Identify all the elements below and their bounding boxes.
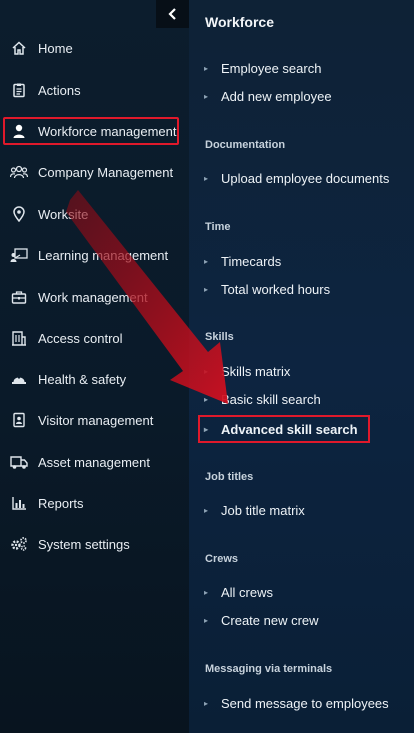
caret-right-icon: ▸ — [204, 424, 209, 434]
caret-right-icon: ▸ — [204, 63, 209, 73]
clipboard-icon — [9, 80, 29, 100]
link-label: Employee search — [221, 60, 322, 76]
link-label: Upload employee documents — [221, 170, 390, 186]
truck-icon — [9, 452, 29, 472]
link-skills-matrix[interactable]: ▸ Skills matrix — [204, 360, 290, 382]
sidebar-item-worksite[interactable]: Worksite — [6, 201, 186, 227]
sidebar-item-label: Asset management — [38, 454, 151, 470]
section-heading-time: Time — [205, 221, 231, 233]
sidebar: Home Actions Workforce management Compan… — [0, 0, 189, 733]
sidebar-item-label: Visitor management — [38, 412, 154, 428]
caret-right-icon: ▸ — [204, 256, 209, 266]
sidebar-item-label: Worksite — [38, 206, 89, 222]
sidebar-item-access-control[interactable]: Access control — [6, 325, 186, 351]
id-badge-icon — [9, 410, 29, 430]
learning-icon — [9, 245, 29, 265]
link-upload-employee-documents[interactable]: ▸ Upload employee documents — [204, 167, 389, 189]
caret-right-icon: ▸ — [204, 284, 209, 294]
sidebar-item-workforce-management[interactable]: Workforce management — [3, 117, 179, 145]
bar-chart-icon — [9, 493, 29, 513]
caret-right-icon: ▸ — [204, 587, 209, 597]
sidebar-item-asset-management[interactable]: Asset management — [6, 449, 186, 475]
home-icon — [9, 38, 29, 58]
section-heading-job-titles: Job titles — [205, 471, 254, 483]
caret-right-icon: ▸ — [204, 91, 209, 101]
sidebar-item-actions[interactable]: Actions — [6, 77, 186, 103]
section-heading-messaging: Messaging via terminals — [205, 663, 333, 675]
link-basic-skill-search[interactable]: ▸ Basic skill search — [204, 388, 321, 410]
gears-icon — [9, 534, 29, 554]
users-icon — [9, 162, 29, 182]
link-send-message-to-employees[interactable]: ▸ Send message to employees — [204, 692, 389, 714]
link-timecards[interactable]: ▸ Timecards — [204, 250, 281, 272]
caret-right-icon: ▸ — [204, 394, 209, 404]
link-add-new-employee[interactable]: ▸ Add new employee — [204, 85, 332, 107]
submenu-panel: Workforce ▸ Employee search ▸ Add new em… — [189, 0, 414, 733]
link-all-crews[interactable]: ▸ All crews — [204, 581, 273, 603]
sidebar-item-label: Health & safety — [38, 371, 127, 387]
user-icon — [9, 121, 29, 141]
sidebar-item-home[interactable]: Home — [6, 35, 186, 61]
sidebar-item-label: Access control — [38, 330, 123, 346]
link-label: Create new crew — [221, 612, 319, 628]
link-label: Skills matrix — [221, 363, 291, 379]
sidebar-item-health-safety[interactable]: Health & safety — [6, 366, 186, 392]
caret-right-icon: ▸ — [204, 366, 209, 376]
collapse-sidebar-button[interactable] — [156, 0, 189, 28]
link-job-title-matrix[interactable]: ▸ Job title matrix — [204, 499, 305, 521]
link-label: All crews — [221, 584, 274, 600]
sidebar-item-label: Work management — [38, 289, 148, 305]
sidebar-item-label: Company Management — [38, 164, 174, 180]
sidebar-item-label: Home — [38, 40, 73, 56]
link-label: Advanced skill search — [221, 421, 358, 437]
caret-right-icon: ▸ — [204, 173, 209, 183]
section-heading-crews: Crews — [205, 553, 239, 565]
sidebar-item-company-management[interactable]: Company Management — [6, 159, 186, 185]
sidebar-item-reports[interactable]: Reports — [6, 490, 186, 516]
sidebar-item-visitor-management[interactable]: Visitor management — [6, 407, 186, 433]
building-icon — [9, 328, 29, 348]
link-total-worked-hours[interactable]: ▸ Total worked hours — [204, 278, 330, 300]
sidebar-item-label: Workforce management — [38, 123, 177, 139]
toolbox-icon — [9, 287, 29, 307]
link-advanced-skill-search[interactable]: ▸ Advanced skill search — [198, 415, 370, 443]
sidebar-item-label: Learning management — [38, 247, 169, 263]
sidebar-item-label: System settings — [38, 536, 130, 552]
link-label: Job title matrix — [221, 502, 305, 518]
caret-right-icon: ▸ — [204, 615, 209, 625]
link-label: Total worked hours — [221, 281, 331, 297]
caret-right-icon: ▸ — [204, 698, 209, 708]
sidebar-item-system-settings[interactable]: System settings — [6, 531, 186, 557]
link-create-new-crew[interactable]: ▸ Create new crew — [204, 609, 319, 631]
section-heading-skills: Skills — [205, 331, 234, 343]
link-label: Send message to employees — [221, 695, 389, 711]
link-employee-search[interactable]: ▸ Employee search — [204, 57, 321, 79]
map-pin-icon — [9, 204, 29, 224]
chevron-left-icon — [167, 8, 176, 20]
hard-hat-icon — [9, 369, 29, 389]
sidebar-item-learning-management[interactable]: Learning management — [6, 242, 186, 268]
link-label: Add new employee — [221, 88, 332, 104]
link-label: Timecards — [221, 253, 282, 269]
caret-right-icon: ▸ — [204, 505, 209, 515]
section-heading-documentation: Documentation — [205, 139, 286, 151]
panel-title: Workforce — [205, 14, 274, 30]
link-label: Basic skill search — [221, 391, 321, 407]
sidebar-item-work-management[interactable]: Work management — [6, 284, 186, 310]
sidebar-item-label: Actions — [38, 82, 81, 98]
sidebar-item-label: Reports — [38, 495, 84, 511]
